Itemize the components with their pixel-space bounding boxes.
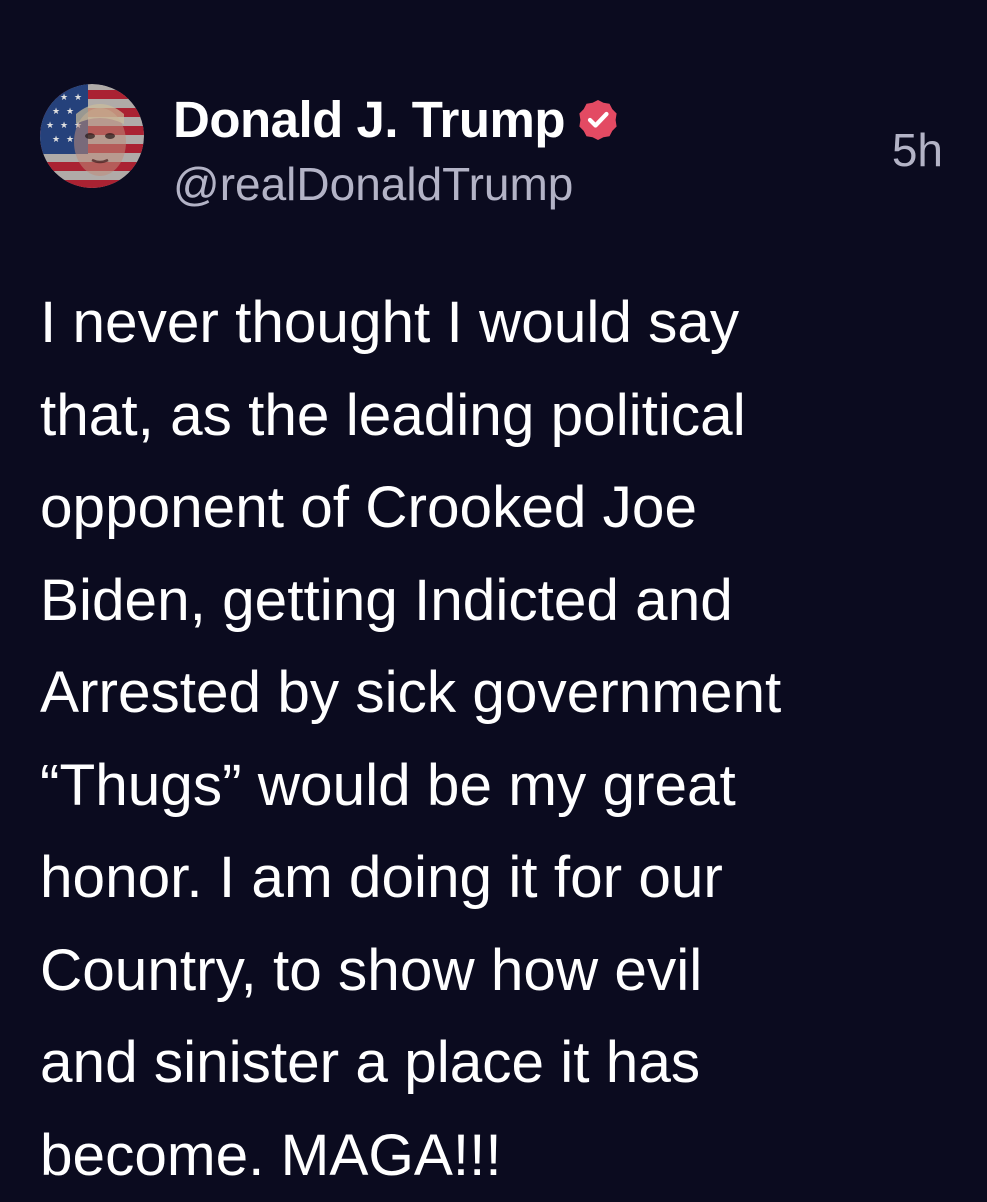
svg-text:★: ★: [46, 93, 54, 103]
post-text-line: honor. I am doing it for our: [40, 832, 950, 925]
post-text-line: that, as the leading political: [40, 370, 950, 463]
author-avatar[interactable]: ★★★ ★★ ★★★ ★★: [40, 84, 144, 188]
author-name-row[interactable]: Donald J. Trump: [173, 88, 621, 152]
post-text-line: opponent of Crooked Joe: [40, 462, 950, 555]
post-text-line: Country, to show how evil: [40, 925, 950, 1018]
avatar-flag-portrait-icon: ★★★ ★★ ★★★ ★★: [40, 84, 144, 188]
post-text-line: Biden, getting Indicted and: [40, 555, 950, 648]
post-text-line: Arrested by sick government: [40, 647, 950, 740]
post-timestamp[interactable]: 5h: [892, 120, 943, 180]
post-text-line: “Thugs” would be my great: [40, 740, 950, 833]
post-text-line: I never thought I would say: [40, 277, 950, 370]
post-text-line: and sinister a place it has: [40, 1017, 950, 1110]
verified-badge-icon: [575, 97, 621, 143]
post-body: I never thought I would say that, as the…: [40, 277, 950, 1202]
post-card: ★★★ ★★ ★★★ ★★ Donald J. Trump: [0, 0, 987, 1200]
post-text-line: become. MAGA!!!: [40, 1110, 950, 1202]
author-handle[interactable]: @realDonaldTrump: [173, 154, 573, 214]
author-display-name[interactable]: Donald J. Trump: [173, 88, 565, 152]
